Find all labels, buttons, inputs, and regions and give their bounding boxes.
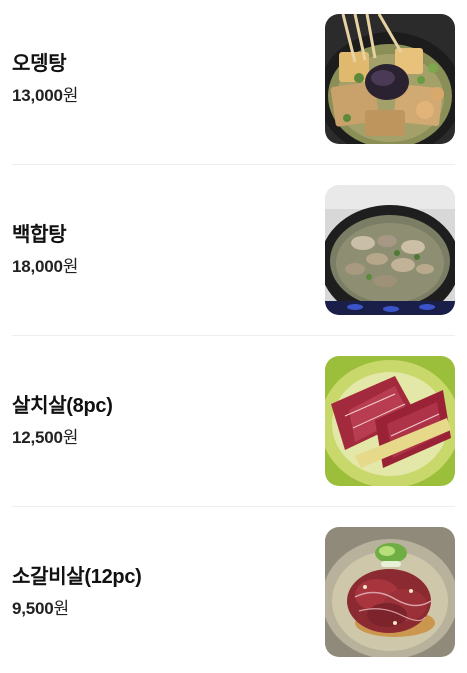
price-number: 12,500 bbox=[12, 428, 63, 447]
menu-item-price: 13,000원 bbox=[12, 85, 78, 107]
price-unit: 원 bbox=[53, 599, 70, 618]
price-number: 18,000 bbox=[12, 257, 63, 276]
menu-item-info: 백합탕 18,000원 bbox=[12, 222, 78, 278]
menu-item-info: 소갈비살(12pc) 9,500원 bbox=[12, 564, 142, 620]
menu-item-salchisal[interactable]: 살치살(8pc) 12,500원 bbox=[12, 356, 455, 486]
clam-soup-photo[interactable] bbox=[325, 185, 455, 315]
fishcake-soup-photo[interactable] bbox=[325, 14, 455, 144]
menu-item-sogalbisal[interactable]: 소갈비살(12pc) 9,500원 bbox=[12, 527, 455, 657]
beef-rib-finger-photo[interactable] bbox=[325, 527, 455, 657]
menu-item-info: 살치살(8pc) 12,500원 bbox=[12, 393, 113, 449]
menu-item-odeng-tang[interactable]: 오뎅탕 13,000원 bbox=[12, 14, 455, 144]
menu-item-baekhap-tang[interactable]: 백합탕 18,000원 bbox=[12, 185, 455, 315]
menu-item-name: 오뎅탕 bbox=[12, 53, 67, 75]
divider bbox=[12, 164, 455, 165]
price-number: 13,000 bbox=[12, 86, 63, 105]
price-unit: 원 bbox=[62, 428, 79, 447]
menu-item-info: 오뎅탕 13,000원 bbox=[12, 51, 78, 107]
price-number: 9,500 bbox=[12, 599, 54, 618]
menu-item-price: 18,000원 bbox=[12, 256, 78, 278]
chuck-flap-beef-photo[interactable] bbox=[325, 356, 455, 486]
menu-item-name: 소갈비살(12pc) bbox=[12, 566, 142, 588]
price-unit: 원 bbox=[62, 86, 79, 105]
menu-list: 오뎅탕 13,000원 백합탕 18,000원 살치살(8pc) 12,500원… bbox=[0, 0, 467, 673]
menu-item-name: 살치살(8pc) bbox=[12, 395, 113, 417]
menu-item-name: 백합탕 bbox=[12, 224, 67, 246]
menu-item-price: 12,500원 bbox=[12, 427, 113, 449]
menu-item-price: 9,500원 bbox=[12, 598, 142, 620]
divider bbox=[12, 506, 455, 507]
divider bbox=[12, 335, 455, 336]
price-unit: 원 bbox=[62, 257, 79, 276]
